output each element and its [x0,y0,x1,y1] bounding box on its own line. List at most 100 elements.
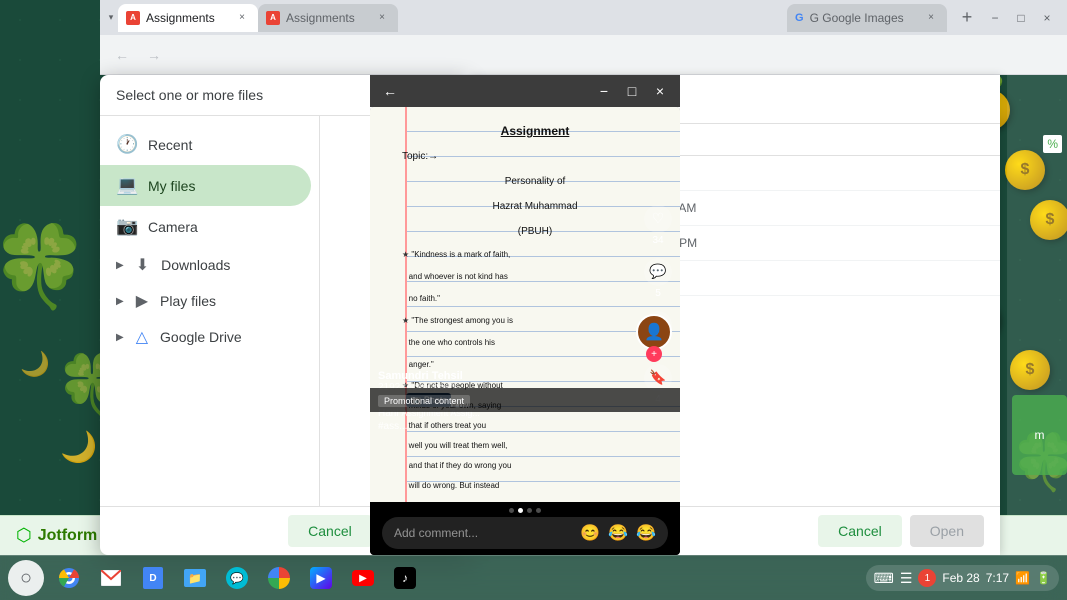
new-tab-button[interactable]: + [953,4,981,32]
taskbar-messages[interactable]: 💬 [219,560,255,596]
system-tray: ⌨ ☰ 1 Feb 28 7:17 📶 🔋 [866,565,1059,591]
post-minimize-button[interactable]: − [592,79,616,103]
assignment-content: Assignment Topic:→ Personality ofHazrat … [402,115,668,502]
downloads-label: Downloads [161,257,230,273]
taskbar-gmail[interactable] [93,560,129,596]
play-icon: ▶ [310,567,332,589]
taskbar-tiktok[interactable]: ♪ [387,560,423,596]
tab-close-1[interactable]: × [234,10,250,26]
sidebar-item-google-drive[interactable]: ▶ △ Google Drive [100,319,319,355]
sidebar-item-camera[interactable]: 📷 Camera [100,206,311,247]
google-drive-icon: △ [136,327,148,347]
panel-cancel-button[interactable]: Cancel [818,515,902,547]
photos-icon [268,567,290,589]
quote-2: ★ "The strongest among you is the one wh… [402,310,668,376]
downloads-icon: ⬇ [136,255,149,275]
google-tab-close[interactable]: × [923,10,939,26]
tab-dropdown-btn[interactable]: ▾ [104,11,118,25]
tab-label-2: Assignments [286,11,368,25]
window-controls: − □ × [983,6,1059,30]
moon-decoration: 🌙 [60,430,97,465]
google-drive-label: Google Drive [160,329,242,345]
post-maximize-button[interactable]: □ [620,79,644,103]
launcher-icon: ○ [20,567,32,590]
promo-label: Promotional content [378,395,470,407]
like-button[interactable]: ♡ 34 [644,205,672,246]
dot-2 [518,508,523,513]
green-panel: m [1012,395,1067,475]
wifi-icon: 📶 [1015,571,1030,585]
sidebar-item-downloads[interactable]: ▶ ⬇ Downloads [100,247,319,283]
taskbar-chrome[interactable] [51,560,87,596]
date-label-taskbar: Feb 28 [942,571,979,585]
tab-favicon-1: A [126,11,140,25]
cancel-button[interactable]: Cancel [288,515,372,547]
system-icons-group[interactable]: ⌨ ☰ 1 Feb 28 7:17 📶 🔋 [866,565,1059,591]
assignment-subject: Personality ofHazrat Muhammad(PBUH) [402,169,668,244]
comment-action-button[interactable]: 💬 5 [644,258,672,299]
chrome-icon [59,568,79,588]
my-files-label: My files [148,178,195,194]
panel-open-button[interactable]: Open [910,515,984,547]
back-button[interactable]: ← [108,41,136,69]
promo-banner: Promotional content [370,388,680,412]
time-label: 7:17 [986,571,1009,585]
google-drive-expand-arrow: ▶ [116,332,124,343]
follow-plus-badge[interactable]: + [646,346,662,362]
taskbar-photos[interactable] [261,560,297,596]
tab-close-2[interactable]: × [374,10,390,26]
launcher-button[interactable]: ○ [8,560,44,596]
maximize-button[interactable]: □ [1009,6,1033,30]
tab-google-images[interactable]: G G Google Images × [787,4,947,32]
heart-icon: ♡ [644,205,672,233]
my-files-icon: 💻 [116,175,136,196]
green-badge: % [1043,135,1062,153]
hashtag-text-2: #ass... [378,421,407,432]
avatar-circle: 👤 [636,314,672,350]
battery-icon: 🔋 [1036,571,1051,585]
right-side-panel: % m [1007,75,1067,555]
emoji-2[interactable]: 😂 [608,523,628,543]
poster-avatar[interactable]: 👤 + [636,314,672,362]
sidebar-item-my-files[interactable]: 💻 My files [100,165,311,206]
post-dialog-controls: ← − □ × [370,75,680,107]
emoji-1[interactable]: 😊 [580,523,600,543]
tiktok-icon: ♪ [394,567,416,589]
comment-placeholder: Add comment... [394,526,572,540]
google-tab-label: G Google Images [810,11,917,25]
tab-assignments-2[interactable]: A Assignments × [258,4,398,32]
minimize-button[interactable]: − [983,6,1007,30]
post-back-button[interactable]: ← [378,79,402,103]
post-side-actions: ♡ 34 💬 5 ↗ 4 🔖 4 [644,205,672,405]
notification-count: 1 [925,573,931,584]
messages-icon: 💬 [226,567,248,589]
camera-icon: 📷 [116,216,136,237]
emoji-3[interactable]: 😂 [636,523,656,543]
post-close-button[interactable]: × [648,79,672,103]
play-files-icon: ▶ [136,291,148,311]
tab-label-1: Assignments [146,11,228,25]
taskbar-youtube[interactable]: ▶ [345,560,381,596]
jotform-logo-icon: ⬡ [16,525,32,546]
tab-assignments-1[interactable]: A Assignments × [118,4,258,32]
gmail-icon [101,570,121,586]
close-window-button[interactable]: × [1035,6,1059,30]
sidebar-item-play-files[interactable]: ▶ ▶ Play files [100,283,319,319]
assignment-title: Assignment [402,119,668,144]
taskbar-files[interactable]: 📁 [177,560,213,596]
docs-icon: D [143,567,163,589]
quote-1: ★ "Kindness is a mark of faith, and whoe… [402,244,668,310]
forward-button[interactable]: → [140,41,168,69]
shamrock-decoration: 🍀 [0,220,90,314]
comment-input-bar[interactable]: Add comment... 😊 😂 😂 [382,517,668,549]
taskbar-play[interactable]: ▶ [303,560,339,596]
moon-decoration: 🌙 [20,350,50,379]
post-hashtag-2: #ass... [378,421,630,432]
tab-favicon-2: A [266,11,280,25]
chromebook-taskbar: ○ D 📁 💬 [0,555,1067,600]
taskbar-docs[interactable]: D [135,560,171,596]
chrome-tab-bar: ▾ A Assignments × A Assignments × G G Go… [100,0,1067,35]
navigation-bar: ← → [100,35,1067,75]
social-bottom-bar: Add comment... 😊 😂 😂 [370,502,680,555]
sidebar-item-recent[interactable]: 🕐 Recent [100,124,311,165]
